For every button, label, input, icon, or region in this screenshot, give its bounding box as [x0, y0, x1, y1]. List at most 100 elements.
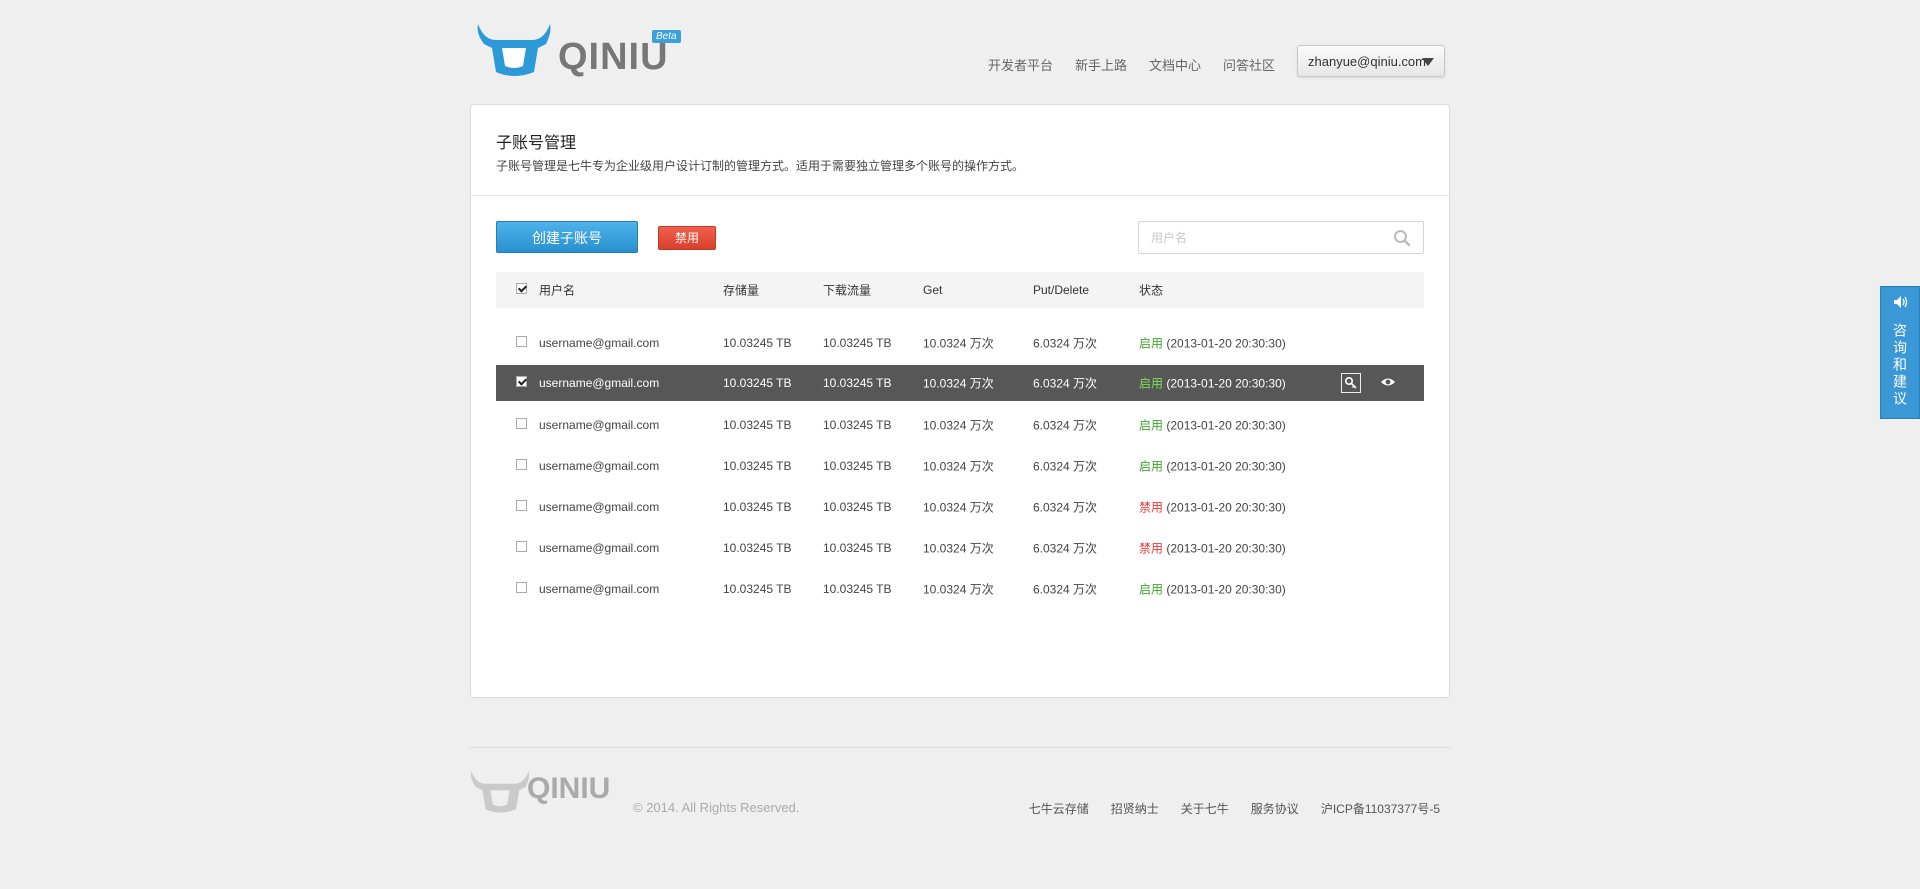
cell-storage: 10.03245 TB	[723, 499, 792, 514]
col-download: 下载流量	[823, 283, 872, 298]
nav-docs[interactable]: 文档中心	[1149, 55, 1201, 74]
col-username: 用户名	[539, 283, 576, 298]
panel-header: 子账号管理 子账号管理是七牛专为企业级用户设计订制的管理方式。适用于需要独立管理…	[471, 105, 1449, 196]
footer-link-qiniu-storage[interactable]: 七牛云存储	[1029, 800, 1089, 817]
nav-getting-started[interactable]: 新手上路	[1075, 55, 1127, 74]
key-icon[interactable]	[1341, 373, 1361, 393]
table-row[interactable]: username@gmail.com 10.03245 TB 10.03245 TB…	[496, 322, 1424, 363]
status-badge: 禁用	[1139, 500, 1164, 514]
bull-logo-icon	[477, 24, 551, 76]
table-body: username@gmail.com 10.03245 TB 10.03245 TB…	[496, 322, 1424, 609]
footer-divider	[470, 747, 1450, 748]
cell-get: 10.0324 万次	[923, 336, 994, 350]
footer-nav: 七牛云存储 招贤纳士 关于七牛 服务协议 沪ICP备11037377号-5	[1029, 800, 1440, 817]
cell-username: username@gmail.com	[539, 458, 660, 473]
cell-get: 10.0324 万次	[923, 459, 994, 473]
row-checkbox[interactable]	[516, 581, 527, 593]
search-input[interactable]	[1149, 230, 1383, 246]
eye-icon[interactable]	[1380, 375, 1396, 392]
status-badge: 禁用	[1139, 541, 1164, 555]
cell-storage: 10.03245 TB	[723, 581, 792, 596]
status-time: (2013-01-20 20:30:30)	[1166, 459, 1286, 473]
cell-storage: 10.03245 TB	[723, 376, 792, 390]
footer-link-icp[interactable]: 沪ICP备11037377号-5	[1321, 800, 1440, 817]
create-subaccount-button[interactable]: 创建子账号	[496, 221, 638, 253]
caret-down-icon	[1422, 58, 1434, 66]
cell-status: 禁用 (2013-01-20 20:30:30)	[1139, 539, 1286, 556]
cell-download: 10.03245 TB	[823, 335, 892, 350]
cell-get: 10.0324 万次	[923, 500, 994, 514]
cell-put-delete: 6.0324 万次	[1033, 500, 1098, 514]
table-row[interactable]: username@gmail.com 10.03245 TB 10.03245 TB…	[496, 445, 1424, 486]
disable-button[interactable]: 禁用	[658, 226, 716, 250]
copyright: © 2014. All Rights Reserved.	[633, 800, 800, 815]
top-nav: 开发者平台 新手上路 文档中心 问答社区	[988, 55, 1275, 74]
cell-status: 启用 (2013-01-20 20:30:30)	[1139, 375, 1286, 392]
row-checkbox[interactable]	[516, 417, 527, 429]
cell-get: 10.0324 万次	[923, 376, 994, 391]
row-checkbox[interactable]	[516, 376, 527, 387]
cell-username: username@gmail.com	[539, 376, 660, 390]
row-checkbox[interactable]	[516, 335, 527, 347]
qiniu-logo[interactable]: QINIU Beta	[474, 18, 684, 82]
cell-storage: 10.03245 TB	[723, 417, 792, 432]
cell-status: 启用 (2013-01-20 20:30:30)	[1139, 580, 1286, 597]
row-checkbox[interactable]	[516, 540, 527, 552]
cell-status: 启用 (2013-01-20 20:30:30)	[1139, 416, 1286, 433]
cell-get: 10.0324 万次	[923, 541, 994, 555]
row-checkbox[interactable]	[516, 458, 527, 470]
table-row[interactable]: username@gmail.com 10.03245 TB 10.03245 TB…	[496, 365, 1424, 401]
cell-download: 10.03245 TB	[823, 499, 892, 514]
col-get: Get	[923, 283, 943, 297]
user-email: zhanyue@qiniu.com	[1308, 54, 1426, 69]
cell-username: username@gmail.com	[539, 417, 660, 432]
status-time: (2013-01-20 20:30:30)	[1166, 376, 1286, 391]
cell-storage: 10.03245 TB	[723, 540, 792, 555]
search-box	[1138, 221, 1424, 254]
cell-username: username@gmail.com	[539, 335, 660, 350]
cell-get: 10.0324 万次	[923, 418, 994, 432]
table-row[interactable]: username@gmail.com 10.03245 TB 10.03245 TB…	[496, 527, 1424, 568]
col-storage: 存储量	[723, 283, 760, 298]
search-icon[interactable]	[1393, 229, 1411, 247]
cell-put-delete: 6.0324 万次	[1033, 418, 1098, 432]
cell-put-delete: 6.0324 万次	[1033, 336, 1098, 350]
status-badge: 启用	[1139, 582, 1164, 596]
nav-community[interactable]: 问答社区	[1223, 55, 1275, 74]
cell-put-delete: 6.0324 万次	[1033, 582, 1098, 596]
feedback-tab[interactable]: 咨询和建议	[1880, 286, 1920, 419]
status-time: (2013-01-20 20:30:30)	[1166, 418, 1286, 432]
feedback-label: 咨询和建议	[1892, 323, 1908, 408]
user-menu-button[interactable]: zhanyue@qiniu.com	[1297, 45, 1445, 77]
cell-put-delete: 6.0324 万次	[1033, 376, 1098, 391]
footer-link-about[interactable]: 关于七牛	[1181, 800, 1229, 817]
nav-developer-platform[interactable]: 开发者平台	[988, 55, 1053, 74]
subaccount-table: 用户名 存储量 下载流量 Get Put/Delete 状态 username@…	[496, 272, 1424, 609]
status-time: (2013-01-20 20:30:30)	[1166, 336, 1286, 350]
col-put-delete: Put/Delete	[1033, 283, 1090, 297]
cell-status: 禁用 (2013-01-20 20:30:30)	[1139, 498, 1286, 515]
status-badge: 启用	[1139, 418, 1164, 432]
cell-storage: 10.03245 TB	[723, 335, 792, 350]
beta-badge: Beta	[652, 30, 681, 43]
table-header: 用户名 存储量 下载流量 Get Put/Delete 状态	[496, 272, 1424, 308]
cell-download: 10.03245 TB	[823, 540, 892, 555]
cell-username: username@gmail.com	[539, 581, 660, 596]
footer-bull-logo-icon	[470, 771, 530, 813]
row-checkbox[interactable]	[516, 499, 527, 511]
footer-link-terms[interactable]: 服务协议	[1251, 800, 1299, 817]
cell-download: 10.03245 TB	[823, 458, 892, 473]
table-row[interactable]: username@gmail.com 10.03245 TB 10.03245 TB…	[496, 404, 1424, 445]
status-badge: 启用	[1139, 376, 1164, 391]
cell-put-delete: 6.0324 万次	[1033, 459, 1098, 473]
select-all-checkbox[interactable]	[516, 283, 527, 294]
table-row[interactable]: username@gmail.com 10.03245 TB 10.03245 TB…	[496, 568, 1424, 609]
table-row[interactable]: username@gmail.com 10.03245 TB 10.03245 TB…	[496, 486, 1424, 527]
footer-link-jobs[interactable]: 招贤纳士	[1111, 800, 1159, 817]
status-time: (2013-01-20 20:30:30)	[1166, 500, 1286, 514]
main-panel: 子账号管理 子账号管理是七牛专为企业级用户设计订制的管理方式。适用于需要独立管理…	[470, 104, 1450, 698]
cell-storage: 10.03245 TB	[723, 458, 792, 473]
speaker-icon	[1894, 296, 1908, 308]
cell-username: username@gmail.com	[539, 540, 660, 555]
cell-download: 10.03245 TB	[823, 376, 892, 390]
